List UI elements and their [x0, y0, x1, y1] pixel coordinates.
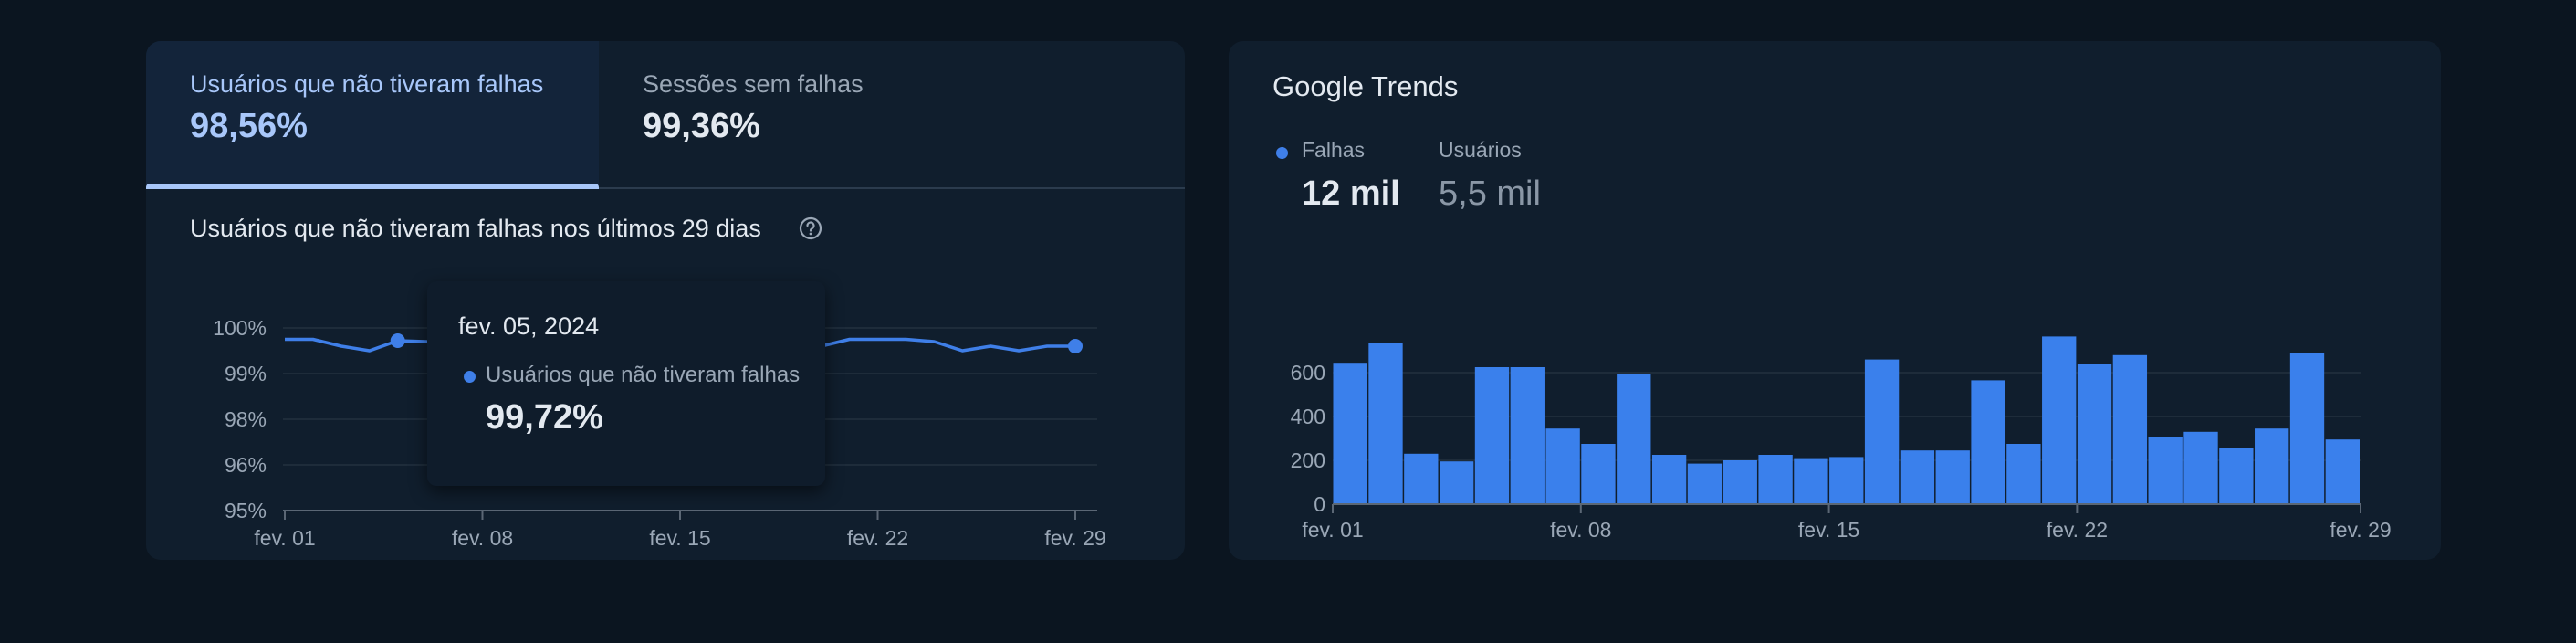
chart-tooltip: fev. 05, 2024 Usuários que não tiveram f…: [427, 281, 825, 486]
y-tick-label: 400: [1291, 405, 1325, 428]
y-tick-label: 0: [1314, 492, 1325, 516]
bar: [2325, 439, 2360, 504]
y-tick-label: 98%: [225, 407, 267, 431]
bar: [1971, 380, 2005, 504]
x-tick-label: fev. 08: [452, 526, 513, 550]
bar: [2219, 448, 2254, 504]
bar: [2183, 431, 2218, 504]
help-circle-icon[interactable]: [798, 216, 823, 241]
y-tick-label: 200: [1291, 448, 1325, 472]
bar: [1651, 455, 1687, 504]
legend-label-usuarios: Usuários: [1439, 138, 1522, 162]
tab-label: Usuários que não tiveram falhas: [190, 70, 544, 98]
bar: [2006, 444, 2041, 504]
x-tick-label: fev. 08: [1550, 518, 1611, 542]
x-tick-label: fev. 01: [1302, 518, 1363, 542]
y-tick-label: 95%: [225, 499, 267, 522]
tooltip-series-dot: [464, 371, 476, 383]
bar: [1900, 450, 1935, 504]
bar: [2077, 364, 2112, 504]
google-trends-card: Google Trends Falhas 12 mil Usuários 5,5…: [1229, 41, 2441, 560]
x-tick-label: fev. 15: [649, 526, 710, 550]
bar: [2289, 353, 2325, 504]
card-title: Google Trends: [1272, 70, 1459, 102]
y-tick-label: 100%: [213, 316, 267, 340]
bar: [1333, 363, 1367, 504]
y-tick-label: 96%: [225, 453, 267, 477]
tab-value: 99,36%: [643, 107, 760, 145]
crash-free-card: Usuários que não tiveram falhas 98,56% S…: [146, 41, 1185, 560]
tab-label: Sessões sem falhas: [643, 70, 864, 98]
bar: [1864, 359, 1900, 504]
bar: [1758, 455, 1793, 504]
bar: [2042, 336, 2077, 504]
legend-label-falhas: Falhas: [1302, 138, 1366, 162]
x-tick-label: fev. 29: [2330, 518, 2391, 542]
x-tick-label: fev. 29: [1044, 526, 1105, 550]
bar: [2112, 354, 2148, 504]
x-tick-label: fev. 22: [2047, 518, 2108, 542]
bar: [1368, 343, 1403, 504]
tooltip-date: fev. 05, 2024: [458, 312, 600, 340]
highlighted-point: [390, 333, 405, 348]
bar: [1723, 460, 1757, 504]
bar: [2148, 437, 2183, 504]
bar: [1935, 450, 1970, 504]
tooltip-value: 99,72%: [486, 398, 603, 437]
tab-value: 98,56%: [190, 107, 308, 145]
y-tick-label: 600: [1291, 361, 1325, 385]
tab-crash-free-sessions[interactable]: Sessões sem falhas 99,36%: [599, 41, 1052, 187]
x-tick-label: fev. 15: [1798, 518, 1859, 542]
bar: [2255, 428, 2289, 504]
legend-dot-falhas: [1276, 147, 1288, 159]
bar: [1581, 444, 1616, 504]
bar: [1617, 374, 1651, 504]
bar: [1474, 367, 1510, 504]
bar: [1794, 458, 1828, 504]
tooltip-series-label: Usuários que não tiveram falhas: [486, 363, 801, 387]
bar: [1439, 461, 1474, 504]
active-tab-indicator: [146, 184, 599, 189]
x-tick-label: fev. 22: [847, 526, 908, 550]
bar: [1404, 453, 1439, 504]
bar: [1510, 367, 1545, 504]
x-tick-label: fev. 01: [254, 526, 315, 550]
bar: [1687, 463, 1723, 504]
highlighted-point: [1068, 339, 1083, 353]
legend-value-usuarios: 5,5 mil: [1439, 174, 1541, 213]
bar: [1829, 457, 1864, 504]
tab-crash-free-users[interactable]: Usuários que não tiveram falhas 98,56%: [146, 41, 599, 189]
metric-tabs: Usuários que não tiveram falhas 98,56% S…: [146, 41, 1185, 189]
falhas-bar-chart: 0 200 400 600 fev. 01 fev. 08 fev. 15 fev. 22 fe…: [1291, 336, 2392, 542]
bar: [1545, 428, 1580, 504]
y-tick-label: 99%: [225, 362, 267, 385]
legend-value-falhas: 12 mil: [1302, 174, 1400, 213]
chart-subtitle: Usuários que não tiveram falhas nos últi…: [190, 215, 761, 242]
